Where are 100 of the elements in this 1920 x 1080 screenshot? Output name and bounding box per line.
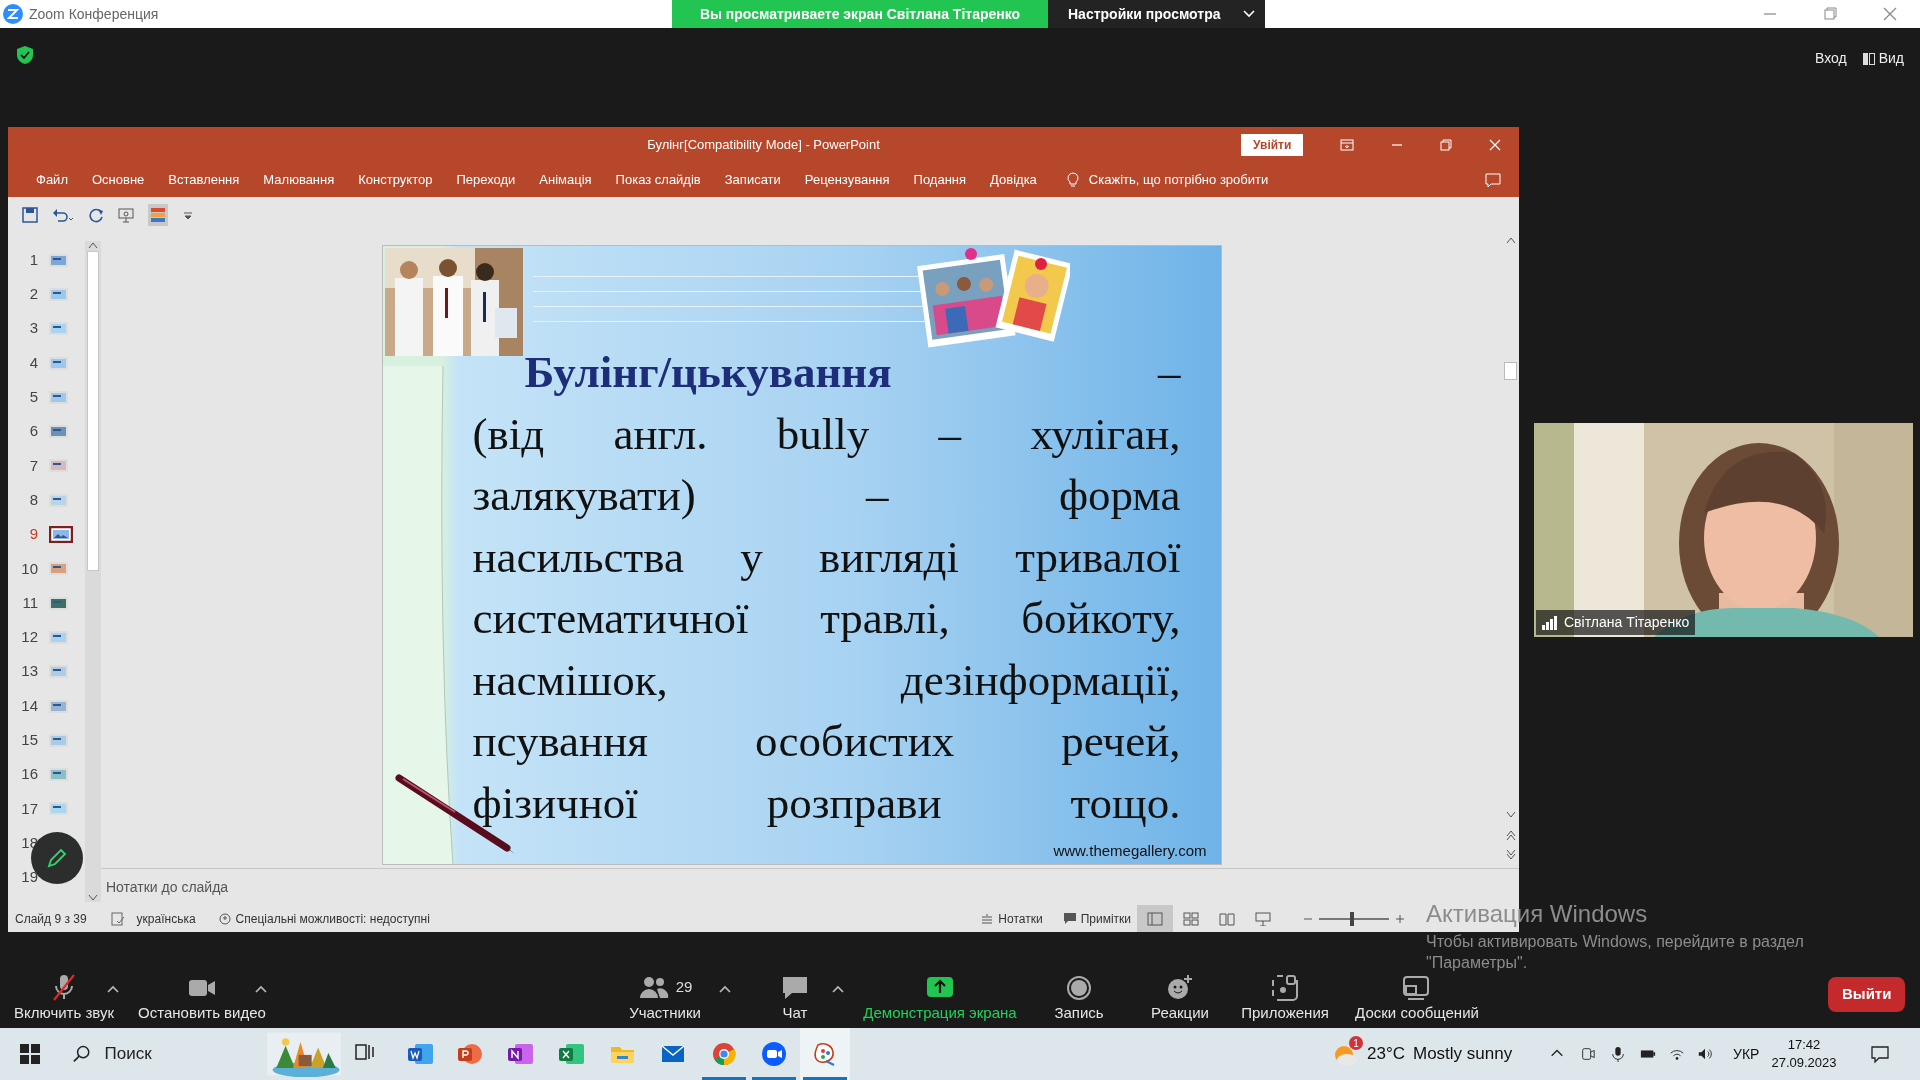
stop-video-button[interactable]: Остановить видео — [132, 976, 272, 1028]
search-field[interactable]: Поиск — [102, 1040, 243, 1068]
ribbon-tab[interactable]: Вставлення — [156, 170, 252, 190]
slide-text: насмішок, дезінформації, — [472, 653, 1181, 707]
slide-number: 8 — [28, 489, 39, 510]
ribbon-tab[interactable]: Показ слайдів — [603, 170, 713, 190]
word-app-icon — [407, 1041, 433, 1067]
unmute-button[interactable]: Включить звук — [6, 976, 122, 1028]
search-icon — [72, 1044, 91, 1064]
restore-icon — [1822, 6, 1838, 22]
language-label[interactable]: українська — [136, 909, 196, 928]
slide-number: 17 — [20, 798, 39, 819]
normal-view-icon[interactable] — [1147, 911, 1163, 926]
comments-button[interactable]: Примітки — [1056, 909, 1137, 928]
keyboard-language[interactable]: УКР — [1733, 1044, 1760, 1065]
presenter-view-icon[interactable] — [1255, 911, 1271, 926]
slide-thumbnail[interactable] — [49, 526, 73, 543]
slide-number: 6 — [28, 421, 39, 442]
ribbon-tab[interactable]: Конструктор — [346, 170, 445, 190]
slide-number: 9 — [28, 524, 39, 545]
slide-thumbnail[interactable] — [49, 356, 68, 370]
slide-thumbnail[interactable] — [49, 665, 68, 679]
caret-icon — [254, 983, 268, 994]
slide-thumbnail[interactable] — [49, 596, 68, 610]
microphone-icon[interactable] — [1610, 1045, 1626, 1063]
record-button[interactable]: Запись — [1049, 976, 1109, 1028]
weather-button[interactable]: 1 23°C Mostly sunny — [1325, 1028, 1519, 1080]
slide-thumbnail[interactable] — [49, 390, 68, 404]
ribbon-tab[interactable]: Записати — [712, 170, 793, 190]
slide-number: 13 — [20, 661, 39, 682]
slide-thumbnail[interactable] — [49, 699, 68, 713]
clock[interactable]: 17:42 27.09.2023 — [1764, 1028, 1844, 1080]
scrollbar-thumb[interactable] — [87, 251, 99, 571]
color-grid-icon[interactable] — [148, 203, 168, 226]
zoom-logo-icon — [3, 4, 23, 24]
slide-number: 5 — [28, 387, 39, 408]
view-options-button[interactable]: Настройки просмотра — [1048, 0, 1265, 28]
slide-number: 15 — [20, 730, 39, 751]
slide-number: 19 — [20, 867, 39, 888]
boards-button[interactable]: Доски сообщений — [1351, 976, 1483, 1028]
previous-slide-icon[interactable] — [1505, 830, 1516, 841]
slide-number: 11 — [21, 592, 39, 613]
redo-icon[interactable] — [88, 206, 104, 223]
slide-number: 3 — [28, 318, 39, 339]
ribbon-tab[interactable]: Подання — [901, 170, 979, 190]
slide-thumbnail[interactable] — [49, 493, 68, 507]
accessibility-icon — [217, 911, 232, 926]
leave-button[interactable]: Выйти — [1828, 977, 1906, 1012]
ribbon-tab[interactable]: Рецензування — [792, 170, 902, 190]
slide-thumbnail[interactable] — [49, 733, 68, 747]
speech-bubble-icon — [1485, 172, 1501, 189]
chrome-icon — [711, 1041, 737, 1067]
chevron-down-icon — [1243, 10, 1255, 18]
slide-thumbnail[interactable] — [49, 425, 68, 439]
lightbulb-icon — [1066, 172, 1079, 188]
share-screen-button[interactable]: Демонстрация экрана — [858, 976, 1022, 1028]
slide-thumbnail[interactable] — [49, 562, 68, 576]
slideshow-icon[interactable] — [118, 206, 134, 223]
scrollbar-thumb[interactable] — [1504, 362, 1517, 380]
slide-thumbnail[interactable] — [49, 253, 68, 267]
slide-thumbnail[interactable] — [49, 459, 68, 473]
meet-now-icon[interactable] — [1580, 1045, 1596, 1063]
slide-counter: Слайд 9 з 39 — [15, 910, 87, 928]
tell-me-field[interactable]: Скажіть, що потрібно зробити — [1054, 170, 1281, 190]
next-slide-icon[interactable] — [1505, 849, 1516, 860]
slide-thumbnail[interactable] — [49, 768, 68, 782]
taskbar-app-button[interactable] — [800, 1028, 850, 1080]
slide-text: – — [1158, 346, 1181, 399]
chat-button[interactable]: Чат — [777, 976, 813, 1028]
accessibility-button[interactable]: Спеціальні можливості: недоступні — [211, 909, 436, 928]
document-title: Булінг[Compatibility Mode] - PowerPoint — [647, 137, 880, 153]
slide-thumbnail[interactable] — [49, 802, 68, 816]
slide-thumbnail[interactable] — [49, 287, 68, 301]
slide-text: фізичної розправи тощо. — [472, 776, 1181, 830]
slide-thumbnail[interactable] — [49, 322, 68, 336]
ribbon-tab[interactable]: Анімація — [527, 170, 604, 190]
save-icon[interactable] — [22, 206, 38, 223]
sign-in-button[interactable]: Вход — [1807, 46, 1855, 71]
website-text: www.themegallery.com — [1053, 840, 1207, 861]
windows-logo-icon — [20, 1044, 40, 1064]
notes-button[interactable]: Нотатки — [974, 909, 1049, 928]
reactions-button[interactable]: Реакции — [1146, 976, 1214, 1028]
excel-app-icon — [558, 1041, 584, 1067]
powerpoint-app-icon — [457, 1041, 483, 1067]
sign-in-button[interactable]: Увійти — [1241, 134, 1304, 156]
ribbon-tab[interactable]: Основне — [79, 170, 157, 190]
ribbon-tab[interactable]: Переходи — [444, 170, 528, 190]
notifications-icon[interactable] — [1870, 1044, 1890, 1064]
ribbon-tab[interactable]: Малювання — [251, 170, 347, 190]
participants-button[interactable]: 29 Участники — [623, 976, 707, 1028]
zoom-in-icon[interactable] — [1395, 913, 1405, 924]
spellcheck-icon[interactable] — [110, 911, 125, 926]
ribbon-tab[interactable]: Довідка — [978, 170, 1049, 190]
slide-thumbnail[interactable] — [49, 630, 68, 644]
ribbon-tab[interactable]: Файл — [24, 170, 80, 190]
view-button[interactable]: Вид — [1854, 46, 1912, 71]
apps-button[interactable]: Приложения — [1239, 976, 1331, 1028]
book-view-icon[interactable] — [1219, 911, 1235, 926]
slide-number: 12 — [20, 627, 39, 648]
grid-view-icon[interactable] — [1183, 911, 1199, 926]
